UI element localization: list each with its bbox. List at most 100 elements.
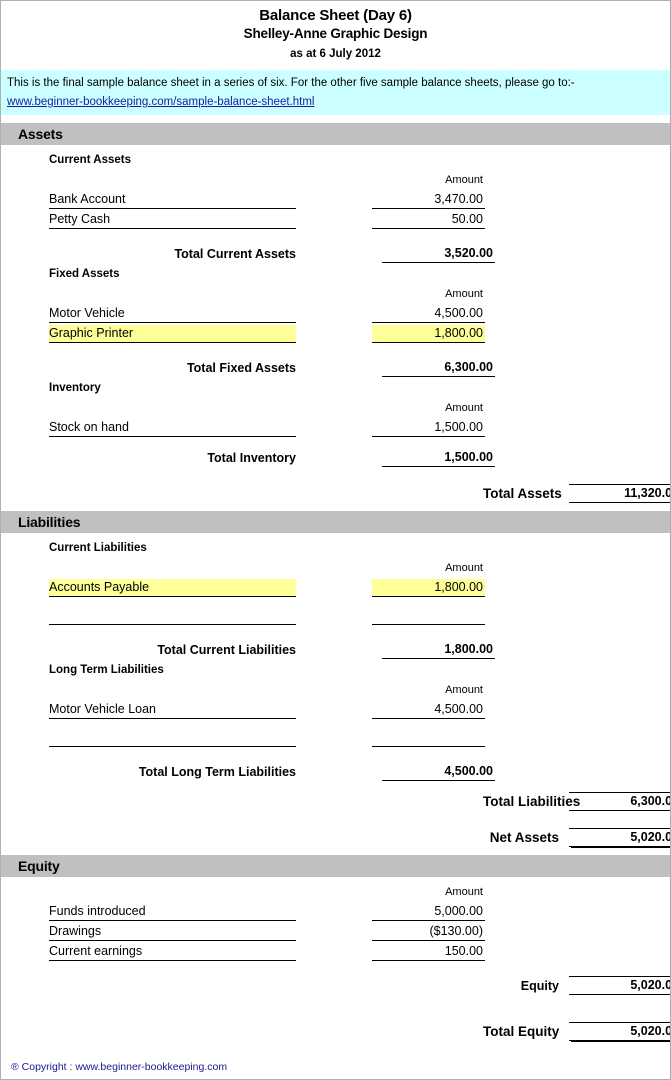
net-assets-row: Net Assets 5,020.00 (1, 827, 670, 847)
line-item-amount (372, 745, 485, 747)
subheading-row: Current Assets (1, 149, 670, 169)
subheading-row: Inventory (1, 377, 670, 397)
copyright-footer: ® Copyright : www.beginner-bookkeeping.c… (11, 1061, 228, 1073)
line-item-label: Graphic Printer (49, 325, 296, 343)
line-item-label: Funds introduced (49, 903, 296, 921)
grand-total-label: Total Liabilities (483, 794, 581, 809)
line-item-amount: 150.00 (372, 943, 485, 961)
amount-column-header: Amount (445, 684, 483, 696)
section-header-assets-label: Assets (18, 126, 63, 142)
group-total-amount: 6,300.00 (382, 359, 495, 377)
line-item-label: Petty Cash (49, 211, 296, 229)
group-total-row: Total Current Assets 3,520.00 (1, 243, 670, 263)
line-item-amount: ($130.00) (372, 923, 485, 941)
amount-column-header: Amount (445, 174, 483, 186)
line-item-amount: 3,470.00 (372, 191, 485, 209)
section-header-equity: Equity (1, 855, 670, 877)
column-header-row: Amount (1, 881, 670, 901)
line-item-row: Motor Vehicle Loan 4,500.00 (1, 699, 670, 719)
line-item-amount: 1,800.00 (372, 579, 485, 597)
line-item-row: Funds introduced 5,000.00 (1, 901, 670, 921)
line-item-row: Petty Cash 50.00 (1, 209, 670, 229)
line-item-row: Stock on hand 1,500.00 (1, 417, 670, 437)
line-item-row-empty (1, 605, 670, 625)
group-total-row: Total Long Term Liabilities 4,500.00 (1, 761, 670, 781)
company-name: Shelley-Anne Graphic Design (243, 26, 428, 41)
grand-total-row-assets: Total Assets 11,320.00 (1, 483, 670, 503)
page-title: Balance Sheet (Day 6) (259, 7, 412, 24)
section-header-liabilities: Liabilities (1, 511, 670, 533)
grand-total-amount: 5,020.00 (569, 1022, 670, 1041)
equity-subtotal-label: Equity (520, 979, 559, 993)
line-item-label (49, 745, 296, 747)
subheading-fixed-assets: Fixed Assets (49, 268, 120, 280)
amount-column-header: Amount (445, 886, 483, 898)
line-item-amount: 1,800.00 (372, 325, 485, 343)
section-header-equity-label: Equity (18, 858, 60, 874)
section-header-liabilities-label: Liabilities (18, 514, 81, 530)
section-header-assets: Assets (1, 123, 670, 145)
notice-banner: This is the final sample balance sheet i… (1, 70, 670, 115)
net-assets-label: Net Assets (489, 830, 559, 845)
subheading-row: Long Term Liabilities (1, 659, 670, 679)
group-total-label: Total Current Assets (174, 247, 296, 261)
sample-balance-sheet-link[interactable]: www.beginner-bookkeeping.com/sample-bala… (7, 94, 314, 111)
line-item-label (49, 623, 296, 625)
group-total-label: Total Fixed Assets (186, 361, 296, 375)
line-item-row-highlighted: Graphic Printer 1,800.00 (1, 323, 670, 343)
grand-total-amount: 11,320.00 (569, 484, 670, 503)
group-total-amount: 4,500.00 (382, 763, 495, 781)
group-total-label: Total Current Liabilities (157, 643, 296, 657)
line-item-row: Drawings ($130.00) (1, 921, 670, 941)
column-header-row: Amount (1, 397, 670, 417)
grand-total-amount: 6,300.00 (569, 792, 670, 811)
column-header-row: Amount (1, 283, 670, 303)
line-item-label: Motor Vehicle Loan (49, 701, 296, 719)
subheading-inventory: Inventory (49, 382, 101, 394)
subheading-row: Fixed Assets (1, 263, 670, 283)
column-header-row: Amount (1, 557, 670, 577)
grand-total-label: Total Equity (483, 1024, 560, 1039)
group-total-row: Total Fixed Assets 6,300.00 (1, 357, 670, 377)
column-header-row: Amount (1, 679, 670, 699)
line-item-amount: 1,500.00 (372, 419, 485, 437)
line-item-amount: 5,000.00 (372, 903, 485, 921)
group-total-row: Total Inventory 1,500.00 (1, 447, 670, 467)
amount-column-header: Amount (445, 402, 483, 414)
subheading-row: Current Liabilities (1, 537, 670, 557)
line-item-amount: 4,500.00 (372, 305, 485, 323)
document-header: Balance Sheet (Day 6) Shelley-Anne Graph… (1, 1, 670, 65)
group-total-amount: 1,800.00 (382, 641, 495, 659)
equity-subtotal-amount: 5,020.00 (569, 976, 670, 995)
line-item-row-empty (1, 727, 670, 747)
equity-subtotal-row: Equity 5,020.00 (1, 975, 670, 995)
subheading-current-liabilities: Current Liabilities (49, 542, 147, 554)
grand-total-row-liabilities: Total Liabilities 6,300.00 (1, 791, 670, 811)
line-item-label: Drawings (49, 923, 296, 941)
group-total-row: Total Current Liabilities 1,800.00 (1, 639, 670, 659)
line-item-amount: 4,500.00 (372, 701, 485, 719)
amount-column-header: Amount (445, 562, 483, 574)
line-item-amount (372, 623, 485, 625)
line-item-label: Current earnings (49, 943, 296, 961)
line-item-amount: 50.00 (372, 211, 485, 229)
group-total-label: Total Inventory (207, 451, 296, 465)
balance-sheet-page: Balance Sheet (Day 6) Shelley-Anne Graph… (0, 0, 671, 1080)
line-item-row: Motor Vehicle 4,500.00 (1, 303, 670, 323)
subheading-current-assets: Current Assets (49, 154, 132, 166)
line-item-row: Current earnings 150.00 (1, 941, 670, 961)
group-total-amount: 3,520.00 (382, 245, 495, 263)
as-at-date: as at 6 July 2012 (290, 48, 381, 60)
